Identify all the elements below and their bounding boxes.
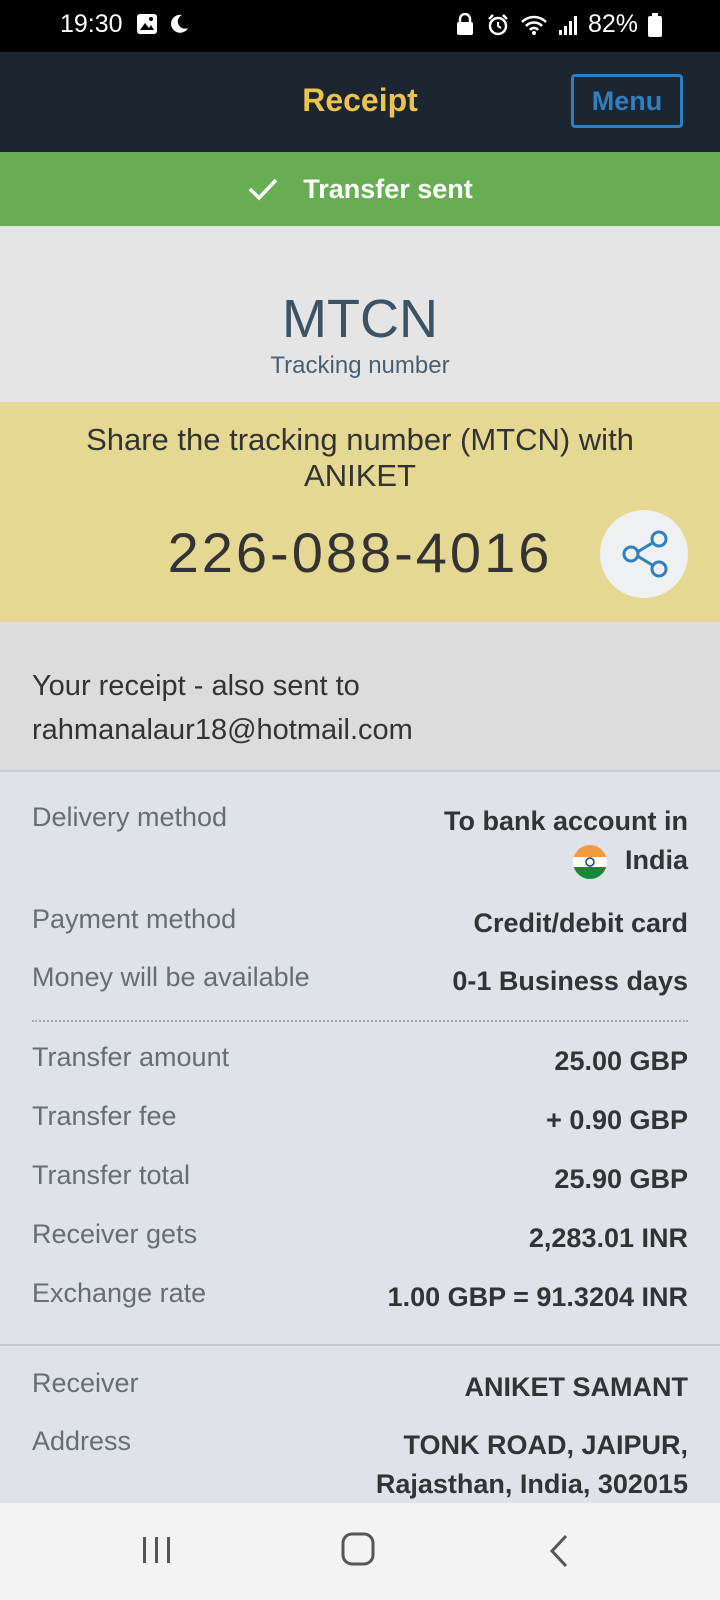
checkmark-icon bbox=[248, 178, 278, 201]
exchange-rate-label: Exchange rate bbox=[32, 1278, 207, 1308]
receiver-gets-label: Receiver gets bbox=[32, 1219, 198, 1249]
transfer-fee-label: Transfer fee bbox=[32, 1101, 177, 1131]
transfer-amount-value: 25.00 GBP bbox=[554, 1046, 688, 1076]
delivery-method-label: Delivery method bbox=[32, 802, 228, 832]
address-value: TONK ROAD, JAIPUR, Rajasthan, India, 302… bbox=[376, 1426, 688, 1504]
receipt-email-text: Your receipt - also sent to rahmanalaur1… bbox=[32, 670, 413, 746]
india-flag-icon bbox=[572, 844, 607, 879]
app-header: Receipt Menu bbox=[0, 52, 720, 152]
share-instructions: Share the tracking number (MTCN) with AN… bbox=[86, 422, 634, 493]
wifi-icon bbox=[521, 15, 547, 35]
home-icon[interactable] bbox=[340, 1531, 376, 1567]
receiver-value: ANIKET SAMANT bbox=[464, 1372, 689, 1402]
battery-percent: 82% bbox=[587, 10, 638, 38]
moon-icon bbox=[171, 14, 188, 33]
system-nav-bar bbox=[0, 1503, 720, 1600]
receipt-email-section: Your receipt - also sent to rahmanalaur1… bbox=[0, 622, 720, 772]
battery-icon bbox=[648, 12, 662, 37]
delivery-method-line: To bank account in bbox=[443, 806, 688, 836]
availability-value: 0-1 Business days bbox=[452, 966, 688, 996]
menu-button[interactable]: Menu bbox=[571, 74, 683, 128]
payment-method-value: Credit/debit card bbox=[473, 908, 688, 938]
delivery-method-row: Delivery method To bank account in India bbox=[32, 802, 688, 882]
address-label: Address bbox=[32, 1426, 132, 1456]
alarm-icon bbox=[488, 13, 508, 35]
transfer-total-label: Transfer total bbox=[32, 1160, 191, 1190]
address-line-2: Rajasthan, India, 302015 bbox=[375, 1469, 688, 1499]
status-bar: 19:30 82% bbox=[0, 0, 720, 52]
section-divider bbox=[0, 1344, 720, 1346]
image-icon bbox=[137, 14, 157, 34]
lock-icon bbox=[456, 12, 473, 35]
share-icon bbox=[622, 530, 668, 578]
transfer-amount-label: Transfer amount bbox=[32, 1042, 230, 1072]
share-button[interactable] bbox=[600, 510, 688, 598]
status-time: 19:30 bbox=[60, 10, 123, 38]
transfer-total-value: 25.90 GBP bbox=[554, 1164, 688, 1194]
receiver-label: Receiver bbox=[32, 1368, 139, 1398]
back-icon[interactable] bbox=[546, 1533, 572, 1569]
mtcn-subtitle: Tracking number bbox=[270, 352, 450, 379]
payment-method-label: Payment method bbox=[32, 904, 237, 934]
transfer-fee-value: + 0.90 GBP bbox=[546, 1105, 688, 1135]
mtcn-section: MTCN Tracking number bbox=[0, 226, 720, 402]
recent-apps-icon[interactable] bbox=[140, 1533, 174, 1567]
signal-icon bbox=[558, 15, 577, 35]
mtcn-title: MTCN bbox=[282, 289, 438, 349]
delivery-country: India bbox=[624, 845, 688, 875]
transfer-sent-banner: Transfer sent bbox=[0, 152, 720, 226]
divider bbox=[32, 1020, 688, 1022]
banner-text: Transfer sent bbox=[303, 173, 473, 204]
exchange-rate-value: 1.00 GBP = 91.3204 INR bbox=[387, 1282, 688, 1312]
share-section: Share the tracking number (MTCN) with AN… bbox=[0, 402, 720, 622]
availability-label: Money will be available bbox=[32, 962, 310, 992]
receiver-gets-value: 2,283.01 INR bbox=[528, 1223, 688, 1253]
delivery-method-value: To bank account in India bbox=[444, 802, 688, 880]
address-line-1: TONK ROAD, JAIPUR, bbox=[403, 1430, 688, 1460]
